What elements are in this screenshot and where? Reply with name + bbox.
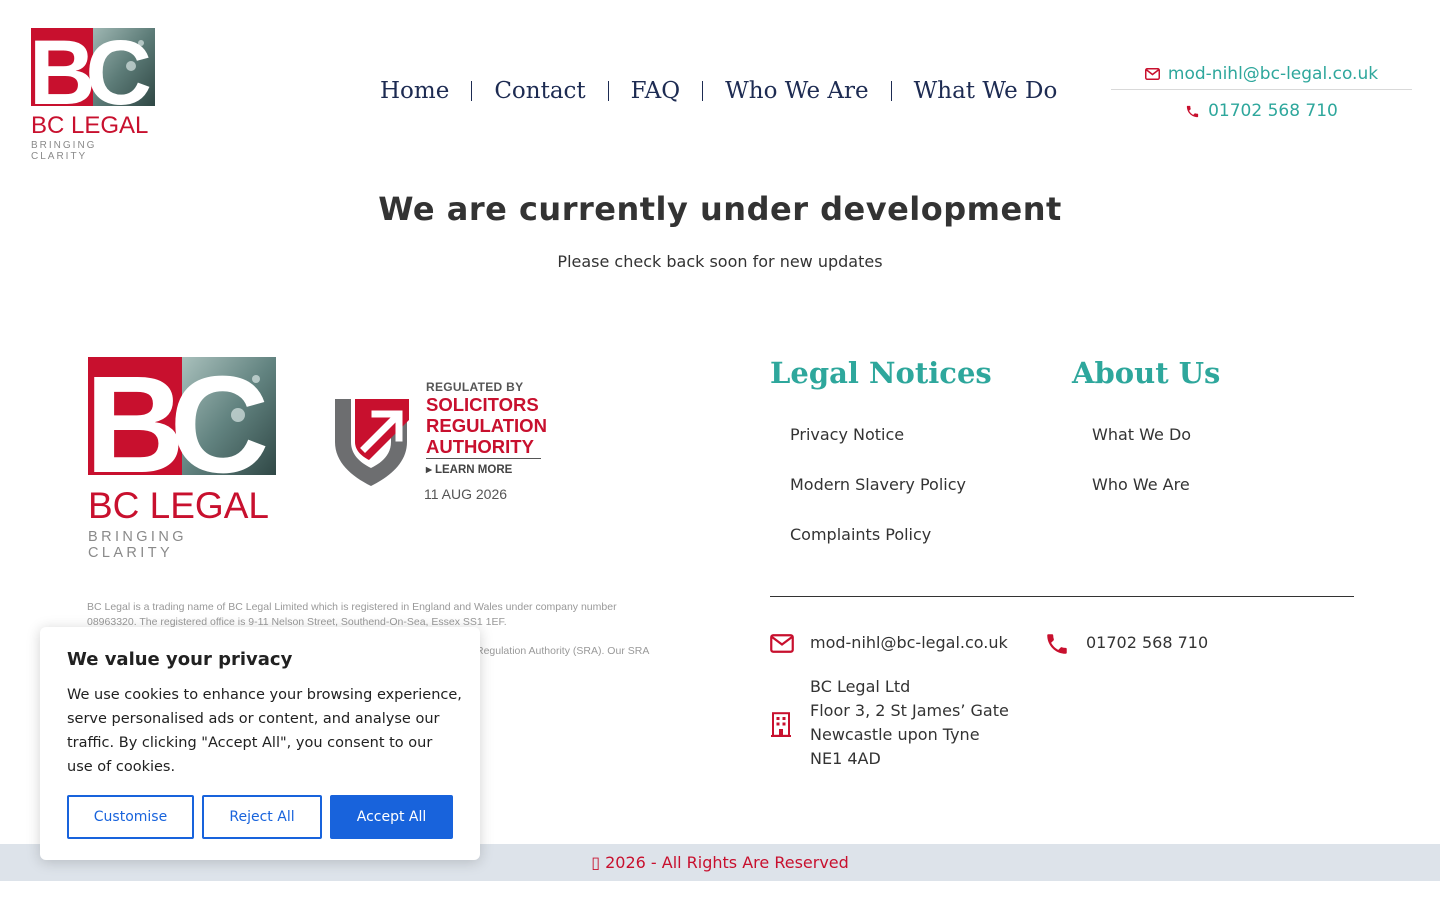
modern-slavery-policy-link[interactable]: Modern Slavery Policy — [790, 475, 966, 494]
logo-mark-image: BC — [31, 28, 155, 108]
phone-icon — [1186, 105, 1199, 117]
sra-date: 11 AUG 2026 — [424, 486, 508, 502]
cookie-banner-text: We use cookies to enhance your browsing … — [67, 687, 462, 775]
svg-text:BC: BC — [88, 357, 266, 477]
cookie-consent-banner: We value your privacy We use cookies to … — [40, 627, 480, 860]
main-nav: Home Contact FAQ Who We Are What We Do — [358, 74, 1079, 108]
footer-who-we-are-link[interactable]: Who We Are — [1092, 475, 1190, 494]
cookie-banner-title: We value your privacy — [67, 649, 293, 670]
accept-all-button[interactable]: Accept All — [330, 795, 453, 839]
nav-who-we-are[interactable]: Who We Are — [703, 74, 891, 108]
sra-shield-icon — [335, 399, 409, 486]
legal-text-line-3: Regulation Authority (SRA). Our SRA — [476, 645, 650, 657]
footer-logo[interactable]: BC BC LEGAL BRINGING CLARITY — [88, 357, 276, 561]
copyright-text: ▯ 2026 - All Rights Are Reserved — [591, 853, 849, 872]
logo-name: BC LEGAL — [31, 112, 149, 139]
footer-divider — [770, 596, 1354, 597]
nav-faq[interactable]: FAQ — [609, 74, 702, 108]
customise-button[interactable]: Customise — [67, 795, 194, 839]
footer-what-we-do-link[interactable]: What We Do — [1092, 425, 1191, 444]
about-us-title: About Us — [1072, 356, 1221, 390]
footer-logo-tagline: BRINGING CLARITY — [88, 529, 187, 561]
nav-what-we-do[interactable]: What We Do — [892, 74, 1080, 108]
address-line: NE1 4AD — [810, 749, 881, 768]
address-line: Newcastle upon Tyne — [810, 725, 980, 744]
missing-glyph-icon: ▯ — [591, 853, 600, 872]
header-phone-link[interactable]: 01702 568 710 — [1111, 96, 1412, 126]
address-block: BC Legal Ltd Floor 3, 2 St James’ Gate N… — [810, 675, 1009, 771]
privacy-notice-link[interactable]: Privacy Notice — [790, 425, 904, 444]
svg-text:BC: BC — [31, 28, 149, 108]
play-triangle-icon: ▸ — [426, 464, 432, 476]
nav-contact[interactable]: Contact — [472, 74, 607, 108]
sra-divider — [426, 458, 541, 459]
phone-icon — [1047, 634, 1067, 654]
footer-email-text: mod-nihl@bc-legal.co.uk — [810, 633, 1008, 652]
footer-phone-text: 01702 568 710 — [1086, 633, 1209, 652]
reject-all-button[interactable]: Reject All — [202, 795, 322, 839]
page-title: We are currently under development — [378, 190, 1062, 228]
page-subtitle: Please check back soon for new updates — [557, 252, 883, 271]
sra-name: SOLICITORS REGULATION AUTHORITY — [426, 394, 547, 457]
envelope-icon — [1144, 67, 1160, 80]
header-email-text: mod-nihl@bc-legal.co.uk — [1167, 63, 1379, 84]
footer-logo-name: BC LEGAL — [88, 485, 269, 526]
header-phone-text: 01702 568 710 — [1208, 101, 1338, 121]
legal-notices-title: Legal Notices — [770, 356, 992, 390]
complaints-policy-link[interactable]: Complaints Policy — [790, 525, 931, 544]
building-icon — [771, 712, 791, 737]
sra-learn-more[interactable]: ▸ LEARN MORE — [426, 462, 512, 476]
legal-text-line-1: BC Legal is a trading name of BC Legal L… — [87, 601, 617, 613]
footer-logo-mark-image: BC — [88, 357, 276, 477]
address-line: Floor 3, 2 St James’ Gate — [810, 701, 1009, 720]
nav-home[interactable]: Home — [358, 74, 471, 108]
envelope-icon — [770, 634, 794, 653]
header-email-link[interactable]: mod-nihl@bc-legal.co.uk — [1111, 58, 1412, 90]
address-line: BC Legal Ltd — [810, 677, 911, 696]
logo-tagline: BRINGING CLARITY — [31, 140, 97, 162]
header-logo[interactable]: BC BC LEGAL BRINGING CLARITY — [31, 28, 155, 162]
sra-regulated-by: REGULATED BY — [426, 380, 524, 394]
